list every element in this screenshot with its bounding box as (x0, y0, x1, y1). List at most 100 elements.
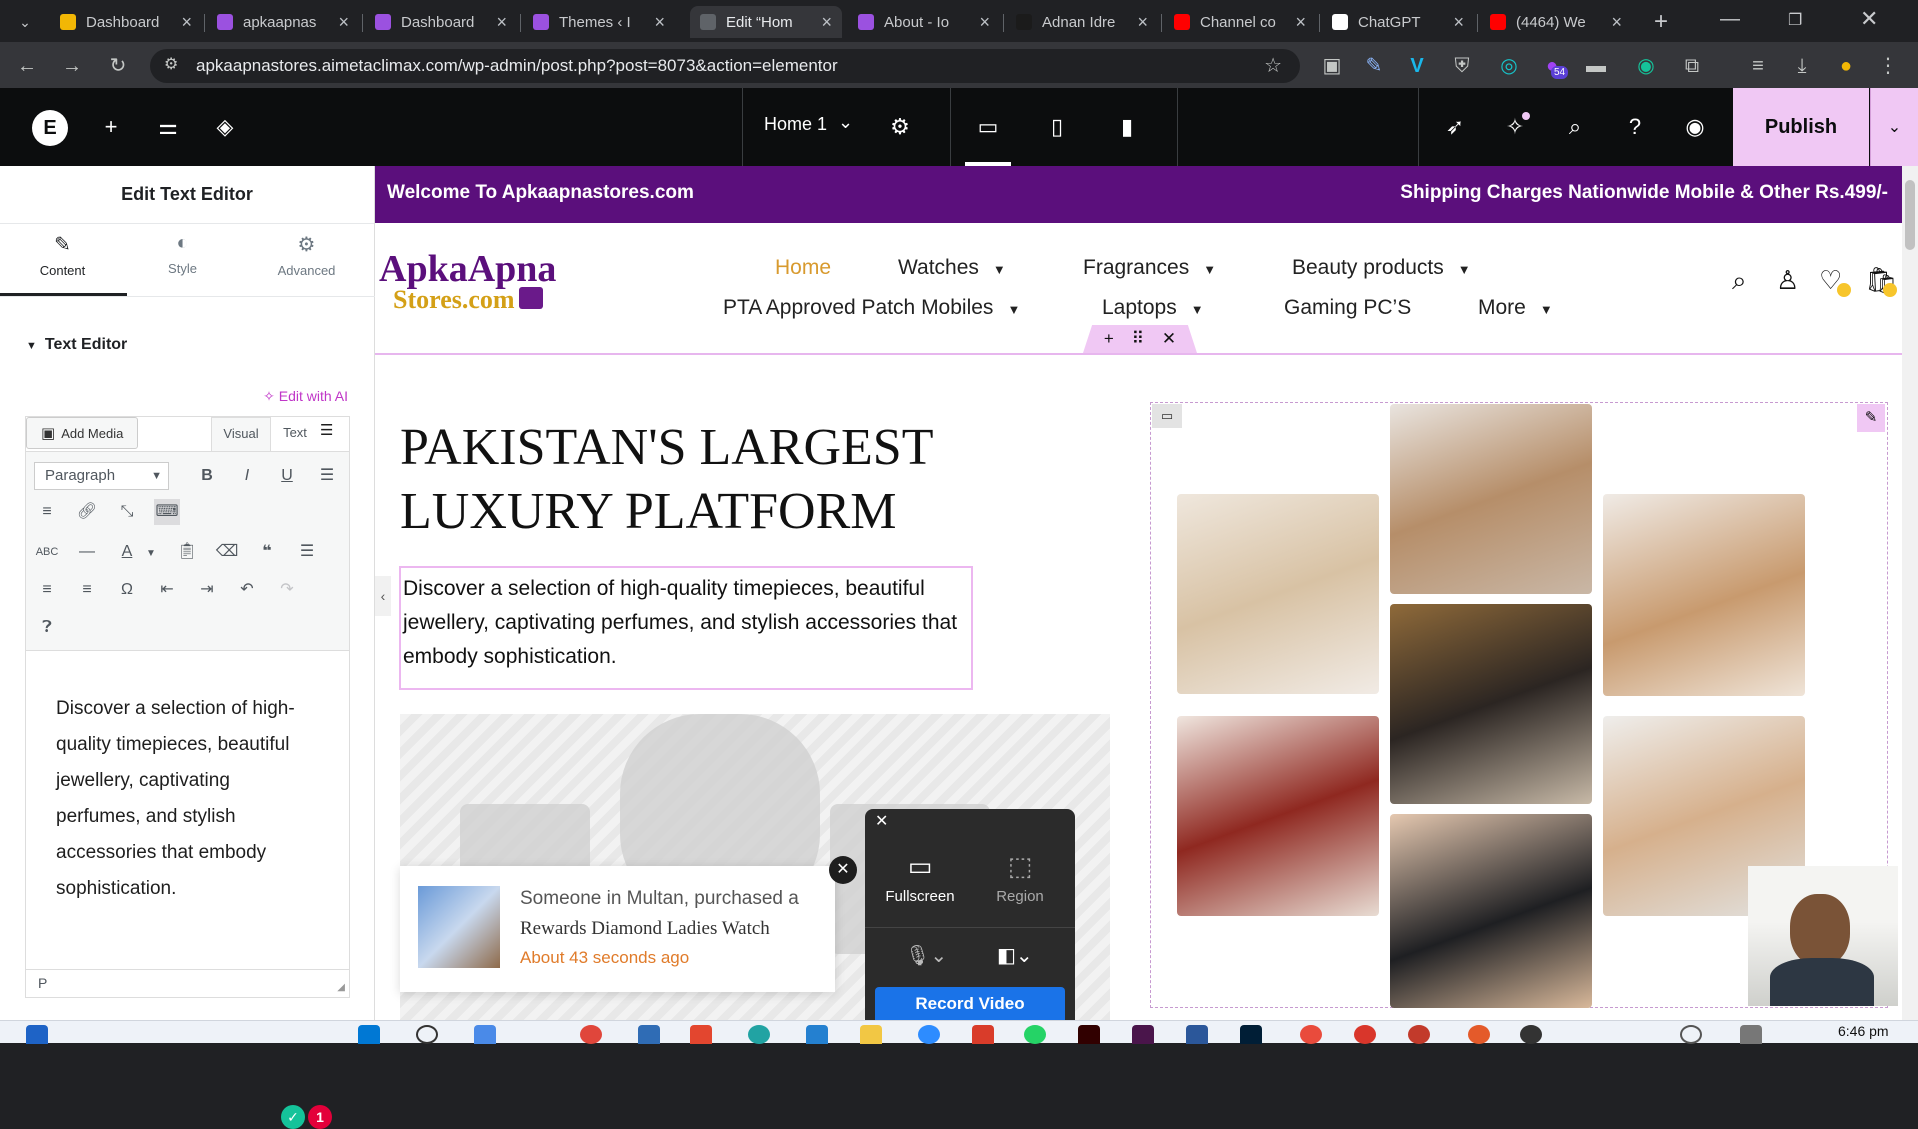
rocket-icon[interactable]: ➶ (1440, 112, 1470, 142)
italic-button[interactable]: I (234, 463, 260, 489)
notification-product-name[interactable]: Rewards Diamond Ladies Watch (520, 918, 770, 940)
hero-description[interactable]: Discover a selection of high-quality tim… (399, 566, 973, 690)
close-window-button[interactable]: ✕ (1860, 6, 1878, 32)
close-tab-icon[interactable]: × (1611, 12, 1622, 33)
page-settings-gear-icon[interactable]: ⚙ (885, 112, 915, 142)
edge-taskbar-icon[interactable] (748, 1025, 770, 1044)
fullscreen-icon[interactable]: ⤡ (114, 499, 140, 525)
close-tab-icon[interactable]: × (1453, 12, 1464, 33)
structure-layers-icon[interactable]: ◈ (210, 112, 240, 142)
tab-style[interactable]: ◐ Style (120, 232, 245, 276)
browser-tab[interactable]: apkaapnas × (207, 6, 359, 38)
camera-extension-icon[interactable]: ▣ (1320, 54, 1344, 78)
tab-advanced[interactable]: ⚙ Advanced (244, 232, 369, 278)
vimeo-extension-icon[interactable]: V (1405, 54, 1429, 78)
keyboard-toggle-icon[interactable]: ⌨ (154, 499, 180, 525)
close-tab-icon[interactable]: × (1137, 12, 1148, 33)
app-taskbar-icon[interactable] (972, 1025, 994, 1044)
resize-handle-icon[interactable]: ◢ (337, 982, 345, 993)
truck-extension-icon[interactable]: ▬ (1584, 54, 1608, 78)
profile-avatar[interactable]: ● (1834, 54, 1858, 78)
page-dropdown-chevron-icon[interactable]: ⌄ (838, 112, 853, 133)
search-icon[interactable]: ⌕ (1732, 265, 1747, 297)
tablet-view-icon[interactable]: ▯ (1042, 112, 1072, 142)
browser-tab[interactable]: Channel co × (1164, 6, 1316, 38)
align-center-icon[interactable]: ≡ (34, 577, 60, 603)
whatsapp-taskbar-icon[interactable] (1024, 1025, 1046, 1044)
browser-tab[interactable]: Dashboard × (50, 6, 202, 38)
delete-section-icon[interactable]: ✕ (1162, 329, 1176, 349)
close-recorder-icon[interactable]: ✕ (875, 811, 888, 831)
photoshop-taskbar-icon[interactable] (1240, 1025, 1262, 1044)
add-section-icon[interactable]: + (1104, 329, 1114, 349)
widgets-icon[interactable] (26, 1025, 48, 1044)
scrollbar-thumb[interactable] (1905, 180, 1915, 250)
restore-button[interactable]: ❐ (1788, 10, 1802, 30)
purchase-notification[interactable]: Someone in Multan, purchased a Rewards D… (400, 866, 835, 992)
explorer-taskbar-icon[interactable] (860, 1025, 882, 1044)
close-tab-icon[interactable]: × (821, 12, 832, 33)
close-tab-icon[interactable]: × (496, 12, 507, 33)
nav-more[interactable]: More ▼ (1478, 296, 1553, 320)
close-tab-icon[interactable]: × (338, 12, 349, 33)
keyboard-help-icon[interactable]: ❓︎ (34, 615, 60, 641)
shield-extension-icon[interactable]: ⛨ (1450, 54, 1474, 78)
search-icon[interactable] (416, 1025, 438, 1044)
add-media-button[interactable]: ▣ Add Media (26, 417, 139, 449)
help-icon[interactable]: ? (1620, 112, 1650, 142)
network-icon[interactable] (1740, 1025, 1762, 1044)
vscode-taskbar-icon[interactable] (806, 1025, 828, 1044)
edit-with-ai-link[interactable]: ✧ Edit with AI (263, 388, 348, 405)
back-icon[interactable]: ← (15, 54, 39, 78)
add-element-icon[interactable]: + (96, 112, 126, 142)
preview-eye-icon[interactable]: ◉ (1680, 112, 1710, 142)
blockquote-icon[interactable]: ❝ (254, 539, 280, 565)
hero-heading[interactable]: PAKISTAN'S LARGEST LUXURY PLATFORM (400, 416, 933, 544)
chrome-taskbar-icon[interactable] (580, 1025, 602, 1044)
close-notification-icon[interactable]: ✕ (829, 856, 857, 884)
align-right-icon[interactable]: ≡ (74, 577, 100, 603)
zoom-taskbar-icon[interactable] (918, 1025, 940, 1044)
download-icon[interactable]: ⤓ (1790, 54, 1814, 78)
app-taskbar-icon[interactable] (1520, 1025, 1542, 1044)
nav-home[interactable]: Home (775, 256, 831, 280)
app-taskbar-icon[interactable] (1468, 1025, 1490, 1044)
text-color-icon[interactable]: A (114, 539, 140, 565)
word-taskbar-icon[interactable] (1186, 1025, 1208, 1044)
new-tab-button[interactable]: + (1654, 8, 1668, 36)
teams-taskbar-icon[interactable] (638, 1025, 660, 1044)
browser-tab[interactable]: Adnan Idre × (1006, 6, 1158, 38)
nav-fragrances[interactable]: Fragrances ▼ (1083, 256, 1216, 280)
taskbar-clock[interactable]: 6:46 pm (1838, 1023, 1889, 1039)
region-option[interactable]: ⬚ Region (975, 851, 1065, 905)
section-toggle[interactable]: ▼ Text Editor (26, 336, 127, 354)
chrome-menu-icon[interactable]: ⋮ (1876, 54, 1900, 78)
nav-laptops[interactable]: Laptops ▼ (1102, 296, 1204, 320)
publish-button[interactable]: Publish (1733, 88, 1869, 166)
browser-tab[interactable]: Dashboard × (365, 6, 517, 38)
browser-tab[interactable]: ChatGPT × (1322, 6, 1474, 38)
undo-icon[interactable]: ↶ (234, 577, 260, 603)
page-name[interactable]: Home 1 (764, 114, 827, 135)
app-taskbar-icon[interactable] (1300, 1025, 1322, 1044)
record-video-button[interactable]: Record Video (875, 987, 1065, 1020)
start-icon[interactable] (358, 1025, 380, 1044)
align-left-icon[interactable]: ☰ (294, 539, 320, 565)
microphone-icon[interactable]: 🎙︎⌄ (905, 943, 947, 968)
underline-button[interactable]: U (274, 463, 300, 489)
bullet-list-icon[interactable]: ☰ (314, 463, 340, 489)
minimize-button[interactable]: — (1720, 8, 1740, 31)
paste-text-icon[interactable]: 📋︎ (174, 539, 200, 565)
illustrator-taskbar-icon[interactable] (1078, 1025, 1100, 1044)
app-taskbar-icon[interactable] (690, 1025, 712, 1044)
site-logo[interactable]: ApkaApna Stores.com (379, 250, 556, 313)
grammarly-extension-icon[interactable]: ◉ (1634, 54, 1658, 78)
column-handle-icon[interactable]: ▭ (1152, 404, 1182, 428)
tab-search-button[interactable]: ⌄ (12, 10, 38, 34)
task-view-icon[interactable] (474, 1025, 496, 1044)
nav-pta-mobiles[interactable]: PTA Approved Patch Mobiles ▼ (723, 296, 1020, 320)
reload-icon[interactable]: ↻ (106, 54, 130, 78)
forward-icon[interactable]: → (60, 54, 84, 78)
indent-icon[interactable]: ⇥ (194, 577, 220, 603)
redo-icon[interactable]: ↷ (274, 577, 300, 603)
